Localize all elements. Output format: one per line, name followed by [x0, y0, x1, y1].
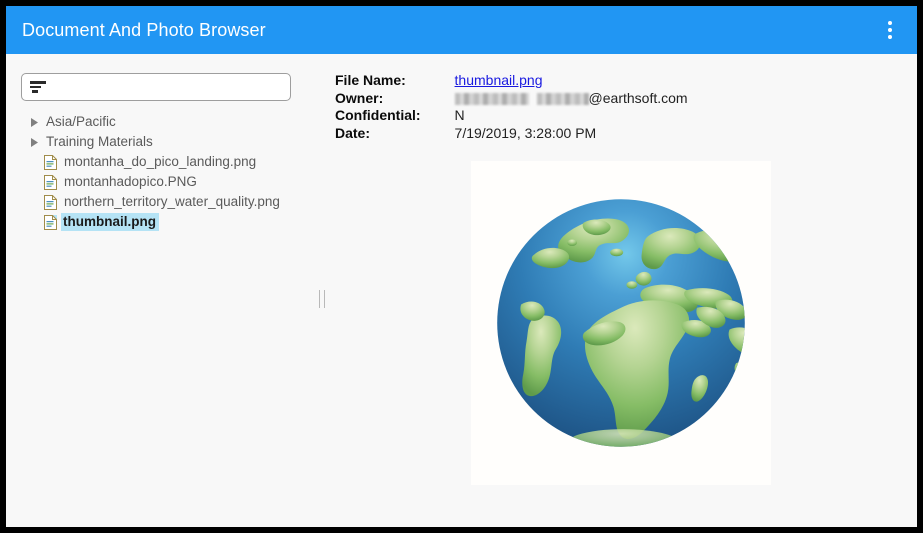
file-tree-pane: Asia/Pacific Training Materials montanha…: [6, 54, 309, 527]
caret-right-icon[interactable]: [26, 114, 42, 130]
page-title: Document And Photo Browser: [22, 20, 266, 40]
image-preview-container: [471, 161, 771, 485]
kebab-dot: [888, 28, 892, 32]
metadata-label: Owner:: [335, 89, 384, 106]
tree-item-label: northern_territory_water_quality.png: [64, 194, 280, 210]
tree-item-asia-pacific[interactable]: Asia/Pacific: [22, 112, 303, 132]
file-tree: Asia/Pacific Training Materials montanha…: [22, 112, 303, 232]
redacted-block: [454, 92, 529, 105]
caret-right-icon[interactable]: [26, 134, 42, 150]
metadata-label: File Name:: [335, 72, 406, 88]
metadata-row-date: Date: 7/19/2019, 3:28:00 PM: [335, 125, 688, 143]
detail-pane: File Name: thumbnail.png Owner: @earthso…: [309, 54, 917, 527]
tree-item-montanhadopico[interactable]: montanhadopico.PNG: [22, 172, 303, 192]
tree-item-label: montanhadopico.PNG: [64, 174, 197, 190]
metadata-value: thumbnail.png: [455, 72, 688, 90]
metadata-value: @earthsoft.com: [454, 89, 688, 108]
tree-item-label: Training Materials: [46, 134, 153, 150]
filter-icon: [30, 80, 48, 94]
metadata-row-confidential: Confidential: N: [335, 107, 688, 125]
title-bar: Document And Photo Browser: [6, 6, 917, 54]
tree-item-label: thumbnail.png: [61, 213, 159, 231]
content-area: Asia/Pacific Training Materials montanha…: [6, 54, 917, 527]
tree-item-montanha-do-pico-landing[interactable]: montanha_do_pico_landing.png: [22, 152, 303, 172]
tree-item-northern-territory-water-quality[interactable]: northern_territory_water_quality.png: [22, 192, 303, 212]
metadata-row-owner: Owner: @earthsoft.com: [335, 90, 688, 108]
kebab-dot: [888, 35, 892, 39]
redacted-block: [536, 92, 589, 105]
metadata-table: File Name: thumbnail.png Owner: @earthso…: [335, 72, 688, 142]
metadata-label: Confidential:: [335, 107, 421, 123]
document-icon: [44, 194, 57, 210]
metadata-row-file-name: File Name: thumbnail.png: [335, 72, 688, 90]
document-icon: [44, 214, 57, 230]
document-icon: [44, 154, 57, 170]
document-icon: [44, 174, 57, 190]
metadata-label: Date:: [335, 124, 371, 141]
owner-domain: @earthsoft.com: [588, 89, 688, 106]
tree-item-label: Asia/Pacific: [46, 114, 116, 130]
tree-item-label: montanha_do_pico_landing.png: [64, 154, 257, 170]
filter-field[interactable]: [21, 73, 291, 101]
tree-item-training-materials[interactable]: Training Materials: [22, 132, 303, 152]
kebab-dot: [888, 21, 892, 25]
metadata-value: N: [454, 107, 465, 123]
globe-image: [482, 184, 760, 462]
application-window: Document And Photo Browser Asia/Pacific …: [6, 6, 917, 527]
metadata-value: 7/19/2019, 3:28:00 PM: [454, 124, 597, 141]
file-name-link[interactable]: thumbnail.png: [455, 72, 543, 88]
tree-item-thumbnail[interactable]: thumbnail.png: [22, 212, 303, 232]
kebab-menu-icon[interactable]: [877, 15, 903, 45]
filter-input[interactable]: [52, 78, 282, 96]
